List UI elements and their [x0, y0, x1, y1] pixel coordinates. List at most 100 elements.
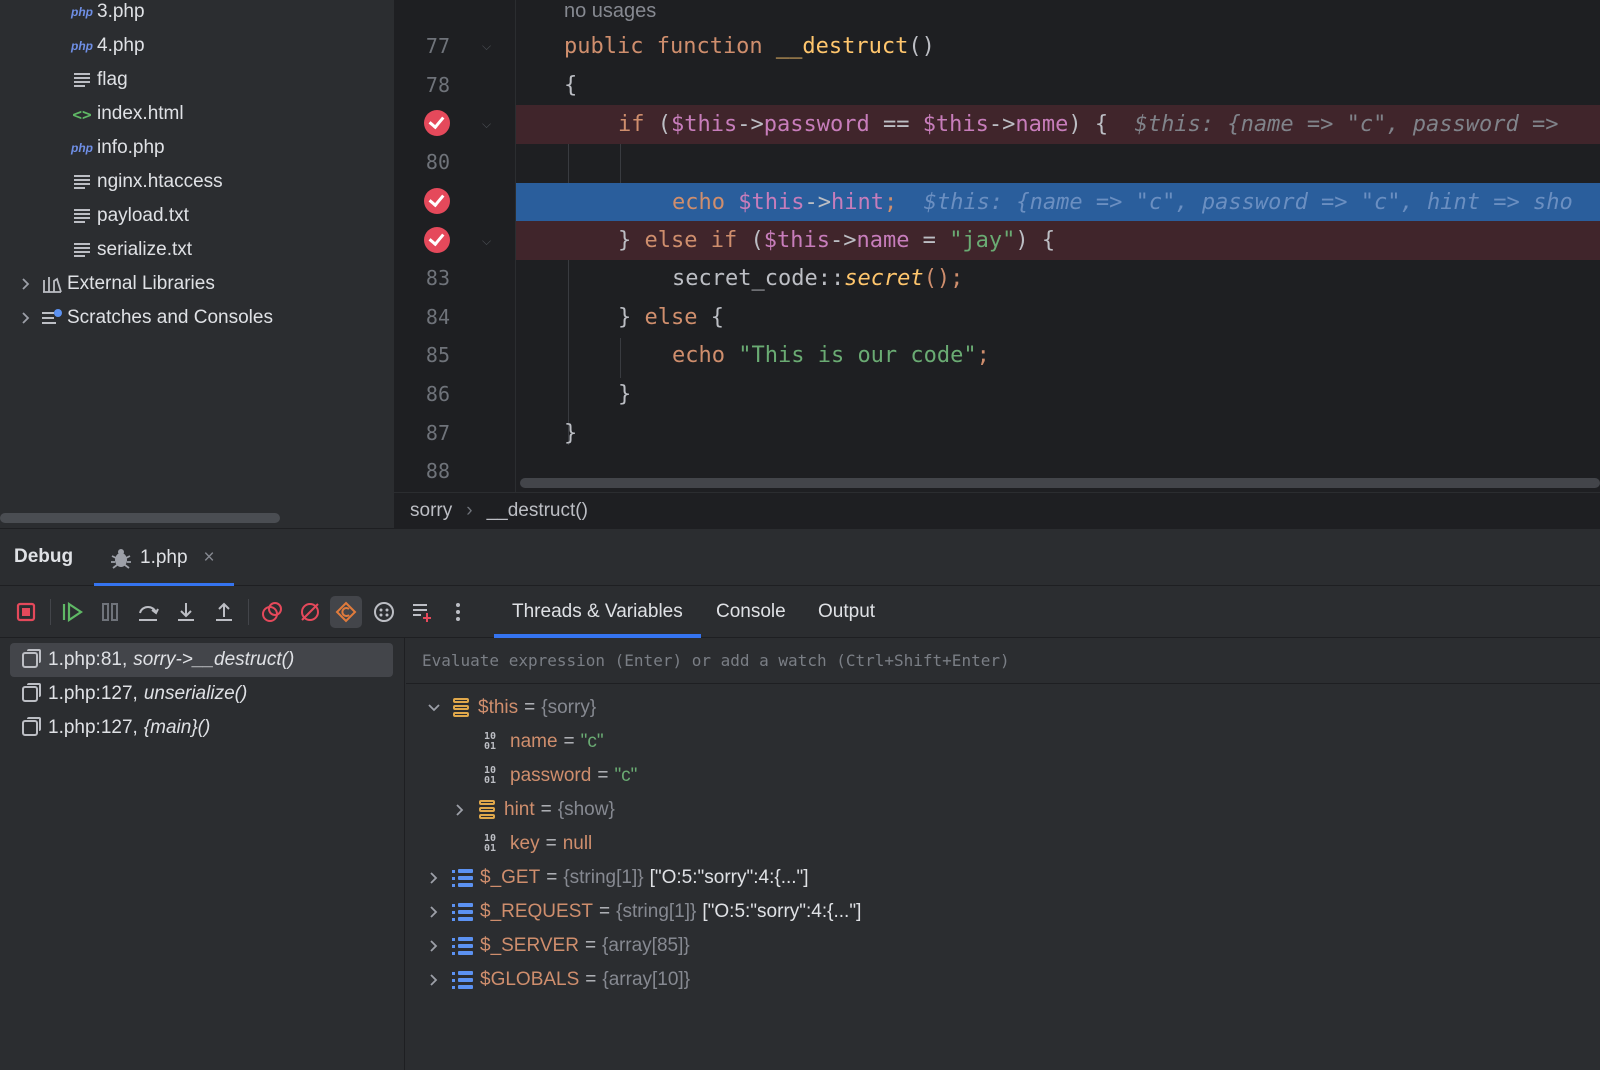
variables-panel: Evaluate expression (Enter) or add a wat…	[406, 638, 1600, 1070]
tab-console[interactable]: Console	[698, 586, 804, 638]
tree-item-external-libraries[interactable]: External Libraries	[16, 267, 215, 301]
variable-get[interactable]: $_GET = {string[1]} ["O:5:"sorry":4:{..."]	[424, 861, 809, 895]
tree-item-flag[interactable]: flag	[70, 63, 128, 97]
frame-item[interactable]: 1.php:81, sorry->__destruct()	[10, 643, 393, 677]
line-number: 86	[425, 382, 450, 406]
code-editor[interactable]: 77 ⌵ 78 ⌵ 80 ⌵ 83 84 85 86 87 88 no usag…	[394, 0, 1600, 492]
frame-icon	[22, 717, 41, 736]
code-line-81-execution-point[interactable]: echo $this->hint; $this: {name => "c", p…	[516, 183, 1600, 222]
chevron-right-icon[interactable]	[16, 277, 36, 291]
line-number: 78	[425, 73, 450, 97]
frames-list: 1.php:81, sorry->__destruct() 1.php:127, u…	[0, 638, 405, 1070]
text-file-icon	[70, 72, 94, 88]
object-icon	[452, 698, 470, 718]
more-options-button[interactable]	[442, 596, 474, 628]
breakpoint-icon[interactable]	[424, 110, 450, 136]
variable-this[interactable]: $this = {sorry}	[424, 691, 596, 725]
chevron-right-icon[interactable]	[424, 973, 444, 987]
tree-item-3-php[interactable]: php 3.php	[70, 0, 145, 29]
code-line-79[interactable]: if ($this->password == $this->name) { $t…	[516, 105, 1600, 144]
code-line-86[interactable]: }	[516, 375, 1600, 414]
step-out-button[interactable]	[208, 596, 240, 628]
php-file-icon: php	[71, 141, 93, 155]
frame-item[interactable]: 1.php:127, {main}()	[10, 711, 393, 745]
project-horizontal-scrollbar[interactable]	[0, 513, 280, 523]
tree-item-nginx-htaccess[interactable]: nginx.htaccess	[70, 165, 223, 199]
debug-tool-window-header: Debug 1.php ×	[0, 528, 1600, 587]
variable-name[interactable]: 10 01 name = "c"	[484, 725, 604, 759]
code-line-83[interactable]: secret_code::secret();	[516, 259, 1600, 298]
fold-icon[interactable]: ⌵	[482, 39, 496, 53]
code-line-85[interactable]: echo "This is our code";	[516, 336, 1600, 375]
array-icon	[452, 971, 474, 989]
step-into-button[interactable]	[170, 596, 202, 628]
text-file-icon	[70, 208, 94, 224]
debug-session-tab[interactable]: 1.php ×	[94, 529, 234, 587]
tree-item-serialize-txt[interactable]: serialize.txt	[70, 233, 192, 267]
frame-item[interactable]: 1.php:127, unserialize()	[10, 677, 393, 711]
primitive-icon: 10 01	[484, 833, 497, 854]
frame-function: unserialize()	[143, 683, 248, 704]
code-line-87[interactable]: }	[516, 414, 1600, 453]
tree-item-info-php[interactable]: php info.php	[70, 131, 165, 165]
tab-output[interactable]: Output	[800, 586, 893, 638]
code-line-77[interactable]: public function __destruct()	[516, 27, 1600, 66]
evaluate-expression-button[interactable]	[368, 596, 400, 628]
variable-password[interactable]: 10 01 password = "c"	[484, 759, 637, 793]
evaluate-expression-input[interactable]: Evaluate expression (Enter) or add a wat…	[406, 638, 1600, 684]
line-number: 77	[425, 34, 450, 58]
tree-item-payload-txt[interactable]: payload.txt	[70, 199, 189, 233]
step-over-button[interactable]	[132, 596, 164, 628]
variable-globals[interactable]: $GLOBALS = {array[10]}	[424, 963, 690, 997]
code-line-82[interactable]: } else if ($this->name = "jay") {	[516, 221, 1600, 260]
tree-item-label: External Libraries	[67, 273, 215, 294]
debug-toolbar: Threads & Variables Console Output	[0, 586, 1600, 638]
fold-icon[interactable]: ⌵	[482, 234, 496, 248]
stop-button[interactable]	[10, 596, 42, 628]
chevron-right-icon[interactable]	[424, 905, 444, 919]
chevron-right-icon[interactable]	[16, 311, 36, 325]
pause-button[interactable]	[94, 596, 126, 628]
frame-function: sorry->__destruct()	[133, 649, 295, 670]
breakpoint-icon[interactable]	[424, 227, 450, 253]
tree-item-label: payload.txt	[97, 205, 189, 226]
chevron-right-icon[interactable]	[450, 803, 470, 817]
editor-horizontal-scrollbar[interactable]	[520, 478, 1600, 488]
view-breakpoints-button[interactable]	[256, 596, 288, 628]
editor-gutter: 77 ⌵ 78 ⌵ 80 ⌵ 83 84 85 86 87 88	[394, 0, 516, 492]
tab-threads-variables[interactable]: Threads & Variables	[494, 586, 701, 638]
variable-key[interactable]: 10 01 key = null	[484, 827, 592, 861]
close-icon[interactable]: ×	[204, 547, 215, 569]
inline-debug-value: $this: {name => "c", password =>	[1134, 112, 1559, 137]
variable-server[interactable]: $_SERVER = {array[85]}	[424, 929, 690, 963]
array-icon	[452, 937, 474, 955]
breadcrumb-item-class[interactable]: sorry	[410, 500, 452, 522]
variable-hint[interactable]: hint = {show}	[450, 793, 615, 827]
tree-item-scratches[interactable]: Scratches and Consoles	[16, 301, 273, 335]
breadcrumb-item-method[interactable]: __destruct()	[487, 500, 588, 522]
variable-request[interactable]: $_REQUEST = {string[1]} ["O:5:"sorry":4:{..…	[424, 895, 861, 929]
html-file-icon: <>	[72, 104, 92, 124]
resume-button[interactable]	[56, 596, 88, 628]
break-on-exception-button[interactable]	[330, 596, 362, 628]
fold-icon[interactable]: ⌵	[482, 117, 496, 131]
code-line-78[interactable]: {	[516, 66, 1600, 105]
line-number: 80	[425, 150, 450, 174]
toolbar-separator	[248, 599, 249, 625]
frame-location: 1.php:81,	[48, 649, 128, 670]
chevron-right-icon[interactable]	[424, 939, 444, 953]
tree-item-4-php[interactable]: php 4.php	[70, 29, 145, 63]
mute-breakpoints-button[interactable]	[294, 596, 326, 628]
add-watch-button[interactable]	[406, 596, 438, 628]
tree-item-index-html[interactable]: <> index.html	[70, 97, 184, 131]
primitive-icon: 10 01	[484, 731, 497, 752]
breakpoint-icon[interactable]	[424, 188, 450, 214]
array-icon	[452, 869, 474, 887]
tree-item-label: index.html	[97, 103, 184, 124]
debug-session-label: 1.php	[140, 547, 188, 568]
chevron-right-icon[interactable]	[424, 871, 444, 885]
breadcrumb: sorry › __destruct()	[394, 492, 1600, 528]
object-icon	[478, 800, 496, 820]
code-line-84[interactable]: } else {	[516, 298, 1600, 337]
chevron-down-icon[interactable]	[424, 703, 444, 713]
